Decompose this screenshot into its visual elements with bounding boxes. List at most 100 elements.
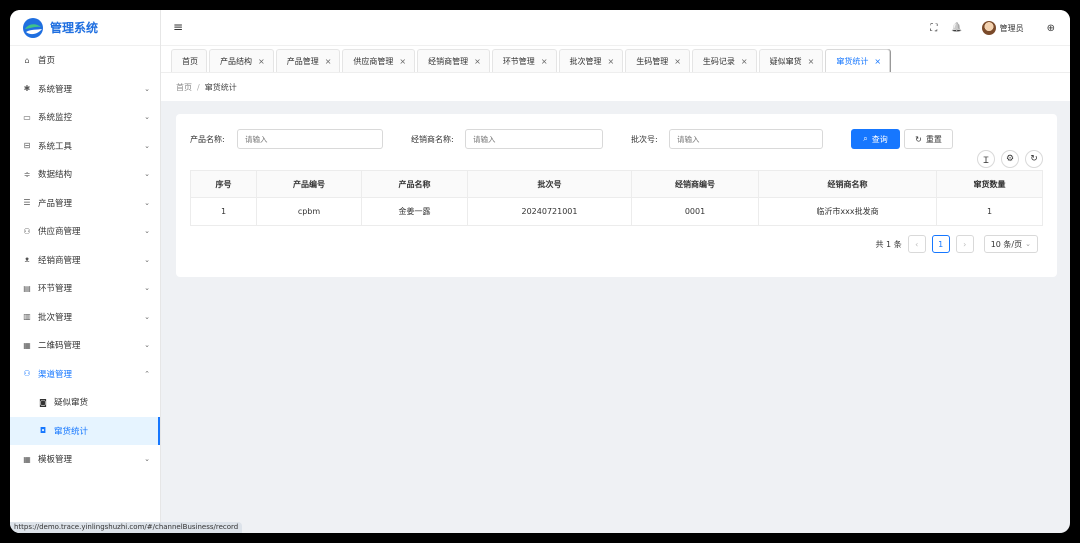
- close-icon[interactable]: ×: [325, 57, 332, 66]
- list-icon: ☰: [23, 198, 31, 208]
- toolbox-icon: ⊟: [23, 141, 31, 151]
- column-height-icon[interactable]: Ɪ: [977, 150, 995, 168]
- settings-icon[interactable]: ⚙: [1001, 150, 1019, 168]
- sidebar-item-process[interactable]: ▤ 环节管理 ⌄: [10, 274, 160, 303]
- sidebar-item-label: 批次管理: [38, 312, 73, 323]
- sidebar-item-supplier[interactable]: ⚇ 供应商管理 ⌄: [10, 217, 160, 246]
- sidebar-item-label: 系统管理: [38, 84, 73, 95]
- product-name-label: 产品名称:: [190, 135, 225, 144]
- fullscreen-icon[interactable]: ⛶: [930, 23, 937, 34]
- col-product-code: 产品编号: [256, 170, 362, 198]
- globe-icon[interactable]: ⊕: [1047, 23, 1055, 34]
- close-icon[interactable]: ×: [474, 57, 481, 66]
- page-size-select[interactable]: 10 条/页 ⌄: [983, 235, 1038, 253]
- sidebar-item-dealer[interactable]: ᴥ 经销商管理 ⌄: [10, 246, 160, 275]
- product-name-input[interactable]: [237, 129, 383, 149]
- breadcrumb-home[interactable]: 首页: [176, 82, 192, 93]
- next-page-button[interactable]: ›: [955, 235, 974, 253]
- tab-label: 生码管理: [636, 56, 669, 66]
- breadcrumb: 首页 / 窜货统计: [161, 73, 1070, 101]
- chevron-down-icon: ⌄: [144, 227, 150, 236]
- sidebar-item-qrcode[interactable]: ▦ 二维码管理 ⌄: [10, 331, 160, 360]
- cell-batch: 20240721001: [467, 197, 632, 226]
- tab-label: 经销商管理: [428, 56, 469, 66]
- page-size-value: 10 条/页: [990, 239, 1023, 249]
- reset-button-label: 重置: [925, 134, 942, 144]
- avatar[interactable]: [981, 21, 996, 35]
- close-icon[interactable]: ×: [541, 57, 548, 66]
- batch-input[interactable]: [669, 129, 823, 149]
- sidebar-item-channel[interactable]: ⚇ 渠道管理 ⌃: [10, 360, 160, 389]
- chevron-up-icon: ⌃: [144, 369, 150, 378]
- tab-stats[interactable]: 窜货统计 ×: [825, 49, 891, 72]
- content-card: 产品名称: 经销商名称: 批次号: ⌕查询 ↻重置 Ɪ ⚙ ↻ 序号 产品编号: [176, 114, 1057, 277]
- bell-icon[interactable]: 🔔: [951, 23, 962, 33]
- cell-quantity: 1: [936, 197, 1043, 226]
- user-name[interactable]: 管理员: [1000, 23, 1024, 34]
- close-icon[interactable]: ×: [258, 57, 265, 66]
- prev-page-button[interactable]: ‹: [907, 235, 926, 253]
- tab-home[interactable]: 首页: [171, 49, 207, 72]
- tab-label: 批次管理: [569, 56, 602, 66]
- close-icon[interactable]: ×: [399, 57, 406, 66]
- page-1-button[interactable]: 1: [931, 235, 950, 253]
- sidebar-item-data[interactable]: ≑ 数据结构 ⌄: [10, 160, 160, 189]
- cell-index: 1: [190, 197, 257, 226]
- search-button[interactable]: ⌕ 查询: [851, 129, 900, 149]
- tab-label: 供应商管理: [353, 56, 394, 66]
- sidebar-item-tools[interactable]: ⊟ 系统工具 ⌄: [10, 132, 160, 161]
- tab-supplier[interactable]: 供应商管理 ×: [342, 49, 416, 72]
- chevron-down-icon: ⌄: [144, 198, 150, 207]
- col-product-name: 产品名称: [361, 170, 468, 198]
- tab-label: 生码记录: [702, 56, 735, 66]
- sidebar-item-label: 产品管理: [38, 198, 73, 209]
- cell-product-name: 金姜一露: [361, 197, 468, 226]
- tab-code-record[interactable]: 生码记录 ×: [691, 49, 757, 72]
- tab-product[interactable]: 产品管理 ×: [275, 49, 341, 72]
- pagination: 共 1 条 ‹ 1 › 10 条/页 ⌄: [876, 235, 1038, 253]
- tab-label: 窜货统计: [836, 56, 869, 66]
- table-row[interactable]: 1 cpbm 金姜一露 20240721001 0001 临沂市xxx批发商 1: [190, 197, 1043, 226]
- sidebar: 管理系统 ⌂ 首页 ✱ 系统管理 ⌄ ▭ 系统监控 ⌄ ⊟ 系统工具 ⌄ ≑ 数据结构 ⌄ ☰ 产品…: [10, 10, 161, 533]
- qrcode-icon: ▦: [23, 340, 31, 350]
- sidebar-item-batch[interactable]: ▥ 批次管理 ⌄: [10, 303, 160, 332]
- sidebar-item-stats[interactable]: ◘ 窜货统计: [10, 416, 160, 445]
- menu-fold-icon[interactable]: ≡: [173, 20, 183, 34]
- chevron-down-icon: ⌄: [144, 284, 150, 293]
- tab-code-gen[interactable]: 生码管理 ×: [625, 49, 690, 72]
- dealer-name-input[interactable]: [465, 129, 603, 149]
- col-dealer-code: 经销商编号: [631, 170, 759, 198]
- close-icon[interactable]: ×: [808, 57, 815, 66]
- tab-process[interactable]: 环节管理 ×: [491, 49, 557, 72]
- search-button-label: 查询: [871, 134, 888, 144]
- sidebar-item-product[interactable]: ☰ 产品管理 ⌄: [10, 189, 160, 218]
- sidebar-item-home[interactable]: ⌂ 首页: [10, 46, 160, 75]
- close-icon[interactable]: ×: [608, 57, 615, 66]
- sidebar-item-label: 系统监控: [38, 113, 73, 124]
- monitor-icon: ▭: [23, 112, 31, 122]
- sidebar-item-suspected[interactable]: ◙ 疑似窜货: [10, 388, 160, 417]
- breadcrumb-separator: /: [197, 82, 200, 92]
- close-icon[interactable]: ×: [741, 57, 748, 66]
- close-icon[interactable]: ×: [874, 57, 881, 66]
- logo[interactable]: 管理系统: [10, 10, 160, 46]
- page-tabs: 首页 产品结构 × 产品管理 × 供应商管理 × 经销商管理 × 环节管理 × 批次管理 ×…: [161, 46, 1070, 73]
- sidebar-item-label: 经销商管理: [38, 255, 81, 266]
- sidebar-item-template[interactable]: ▦ 模板管理 ⌄: [10, 445, 160, 474]
- col-index: 序号: [190, 170, 257, 198]
- sidebar-item-label: 二维码管理: [38, 341, 81, 352]
- sidebar-item-system[interactable]: ✱ 系统管理 ⌄: [10, 75, 160, 104]
- sidebar-item-label: 模板管理: [38, 455, 73, 466]
- refresh-icon[interactable]: ↻: [1025, 150, 1043, 168]
- tab-dealer[interactable]: 经销商管理 ×: [417, 49, 490, 72]
- barcode-icon: ▥: [23, 312, 31, 322]
- tab-batch[interactable]: 批次管理 ×: [558, 49, 624, 72]
- cell-dealer-code: 0001: [631, 197, 759, 226]
- tab-suspected[interactable]: 疑似窜货 ×: [758, 49, 824, 72]
- tab-label: 产品结构: [220, 56, 252, 66]
- doc-icon: ▤: [23, 283, 31, 293]
- reset-button[interactable]: ↻ 重置: [904, 129, 953, 149]
- close-icon[interactable]: ×: [674, 57, 681, 66]
- tab-product-structure[interactable]: 产品结构 ×: [209, 49, 274, 72]
- sidebar-item-monitor[interactable]: ▭ 系统监控 ⌄: [10, 103, 160, 132]
